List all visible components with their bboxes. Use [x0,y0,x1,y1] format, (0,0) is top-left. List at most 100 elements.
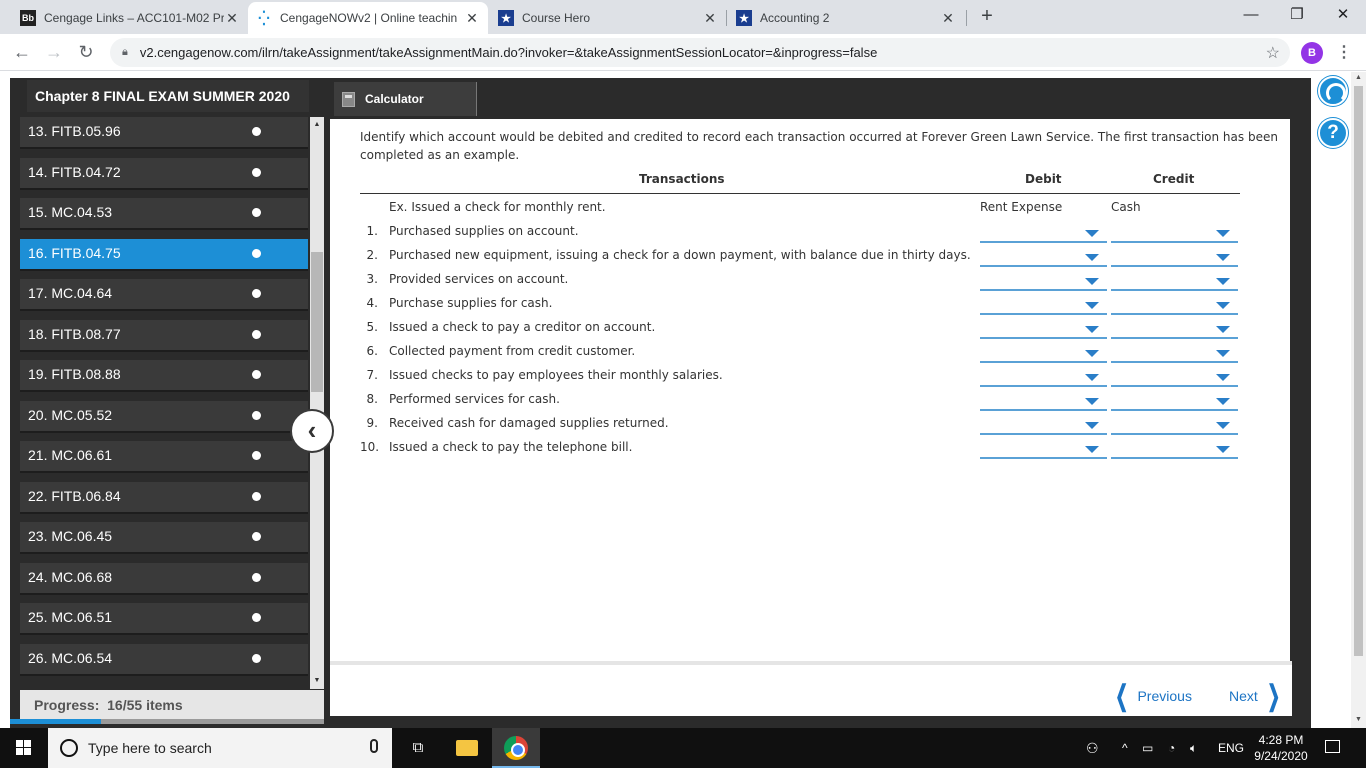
question-list-item[interactable]: 20. MC.05.52 [20,400,308,433]
question-list-item[interactable]: 19. FITB.08.88 [20,360,308,392]
credit-dropdown[interactable] [1111,223,1238,243]
dropdown-arrow-icon [1216,374,1230,381]
credit-dropdown[interactable] [1111,247,1238,267]
question-list-item[interactable]: 25. MC.06.51 [20,603,308,635]
debit-dropdown[interactable] [980,415,1107,435]
close-icon[interactable]: ✕ [224,10,240,27]
scroll-down-arrow-icon[interactable]: ▼ [1351,716,1366,723]
scrollbar-thumb[interactable] [311,252,323,392]
previous-button[interactable]: ❮ Previous [1110,682,1192,710]
example-credit: Cash [1111,200,1141,214]
help-question-icon[interactable]: ? [1318,118,1348,148]
collapse-panel-button[interactable]: ‹ [290,409,334,453]
close-icon[interactable]: ✕ [702,10,718,27]
credit-dropdown[interactable] [1111,415,1238,435]
reload-button[interactable]: ↻ [74,41,98,65]
notification-center-icon[interactable] [1325,740,1340,753]
question-list-item[interactable]: 13. FITB.05.96 [20,117,308,149]
credit-dropdown[interactable] [1111,367,1238,387]
question-list-item[interactable]: 18. FITB.08.77 [20,319,308,352]
people-icon[interactable]: ⚇ [1086,728,1099,768]
calculator-button[interactable]: Calculator [334,82,477,116]
status-dot-icon [252,289,261,298]
scrollbar-thumb[interactable] [1354,86,1363,656]
volume-icon[interactable]: 🔈︎ [1190,728,1197,768]
debit-dropdown[interactable] [980,223,1107,243]
question-list-item[interactable]: 14. FITB.04.72 [20,157,308,190]
scroll-up-arrow-icon[interactable]: ▲ [1351,74,1366,81]
profile-avatar[interactable]: B [1301,42,1323,64]
minimize-button[interactable]: — [1228,0,1274,32]
forward-button[interactable]: → [42,41,66,65]
scroll-down-arrow-icon[interactable]: ▼ [310,677,324,684]
question-list-item[interactable]: 16. FITB.04.75 [20,238,308,271]
windows-start-icon[interactable] [0,728,48,768]
close-window-button[interactable]: ✕ [1320,0,1366,32]
close-icon[interactable]: ✕ [940,10,956,27]
tab-cengage-links[interactable]: Bb Cengage Links – ACC101-M02 Pr ✕ [12,2,248,34]
dropdown-arrow-icon [1085,302,1099,309]
debit-dropdown[interactable] [980,367,1107,387]
question-list-scrollbar[interactable]: ▲ ▼ [310,117,324,689]
new-tab-button[interactable]: + [976,6,998,28]
tray-chevron-up-icon[interactable]: ^ [1122,728,1128,768]
dropdown-arrow-icon [1085,326,1099,333]
transaction-text: Performed services for cash. [389,392,560,406]
row-number: 1. [366,224,378,238]
status-dot-icon [252,451,261,460]
microphone-icon[interactable] [370,739,378,753]
address-bar[interactable]: 🔒︎ v2.cengagenow.com/ilrn/takeAssignment… [110,38,1290,67]
tab-cengagenow[interactable]: ⁛ CengageNOWv2 | Online teachin ✕ [248,2,488,34]
credit-dropdown[interactable] [1111,391,1238,411]
credit-dropdown[interactable] [1111,271,1238,291]
previous-label: Previous [1137,688,1192,704]
transaction-row: 7. Issued checks to pay employees their m… [360,364,1240,388]
headset-support-icon[interactable] [1318,76,1348,106]
question-list-item[interactable]: 23. MC.06.45 [20,522,308,554]
credit-dropdown[interactable] [1111,295,1238,315]
language-indicator[interactable]: ENG [1218,728,1244,768]
question-list-item[interactable]: 17. MC.04.64 [20,279,308,311]
tab-accounting-2[interactable]: ★ Accounting 2 ✕ [728,2,964,34]
bookmark-star-icon[interactable]: ☆ [1266,43,1280,63]
dropdown-arrow-icon [1216,350,1230,357]
status-dot-icon [252,410,261,420]
credit-dropdown[interactable] [1111,439,1238,459]
scroll-up-arrow-icon[interactable]: ▲ [310,121,324,128]
question-list-item[interactable]: 21. MC.06.61 [20,441,308,473]
credit-dropdown[interactable] [1111,343,1238,363]
status-dot-icon [252,491,261,501]
credit-dropdown[interactable] [1111,319,1238,339]
cortana-circle-icon [60,739,78,757]
wifi-icon[interactable]: ◔ [1168,728,1175,768]
page-scrollbar[interactable]: ▲ ▼ [1351,72,1366,728]
taskbar-search-box[interactable]: Type here to search [48,728,392,768]
back-button[interactable]: ← [10,41,34,65]
file-explorer-icon[interactable] [456,740,478,756]
question-list-item[interactable]: 26. MC.06.54 [20,643,308,676]
next-button[interactable]: Next ❯ [1229,682,1285,710]
transaction-text: Purchase supplies for cash. [389,296,553,310]
row-number: 6. [366,344,378,358]
system-clock[interactable]: 4:28 PM 9/24/2020 [1246,732,1316,764]
star-badge-icon: ★ [736,10,752,26]
browser-menu-icon[interactable]: ⋮ [1336,42,1352,62]
battery-icon[interactable]: ▭ [1142,728,1153,768]
question-list-item[interactable]: 15. MC.04.53 [20,198,308,230]
row-number: 7. [366,368,378,382]
debit-dropdown[interactable] [980,343,1107,363]
debit-dropdown[interactable] [980,271,1107,291]
task-view-icon[interactable]: ⧉ [394,728,442,768]
question-list-item[interactable]: 24. MC.06.68 [20,562,308,595]
debit-dropdown[interactable] [980,439,1107,459]
tab-course-hero[interactable]: ★ Course Hero ✕ [490,2,726,34]
debit-dropdown[interactable] [980,247,1107,267]
debit-dropdown[interactable] [980,319,1107,339]
transaction-text: Issued a check to pay the telephone bill… [389,440,633,454]
question-list: 13. FITB.05.96 14. FITB.04.72 15. MC.04.53… [20,117,308,689]
debit-dropdown[interactable] [980,391,1107,411]
question-list-item[interactable]: 22. FITB.06.84 [20,481,308,514]
close-icon[interactable]: ✕ [464,10,480,27]
debit-dropdown[interactable] [980,295,1107,315]
restore-button[interactable]: ❐ [1274,0,1320,32]
